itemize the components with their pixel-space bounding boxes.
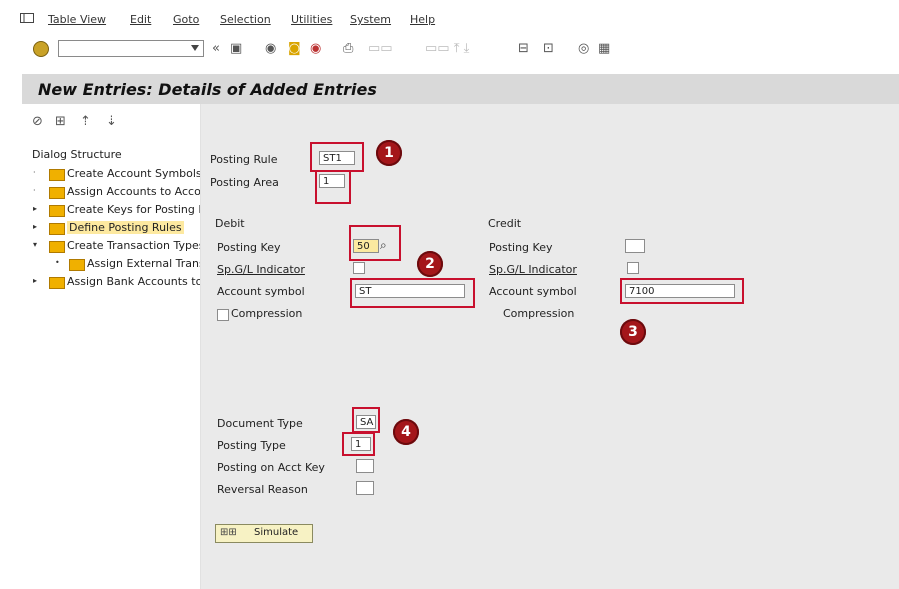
next-entry-icon[interactable]: ⇣	[106, 114, 117, 129]
debit-compression-checkbox[interactable]	[217, 309, 229, 321]
posting-type-label: Posting Type	[217, 439, 286, 452]
annotation-badge-2: 2	[417, 251, 443, 277]
simulate-icon: ⊞⊞	[220, 527, 237, 538]
credit-posting-key-label: Posting Key	[489, 241, 553, 254]
help-icon[interactable]: ◎	[578, 41, 589, 56]
posting-rule-label: Posting Rule	[210, 153, 278, 166]
folder-icon	[49, 277, 65, 289]
layout-icon[interactable]: ▦	[598, 41, 610, 56]
posting-on-acct-key-label: Posting on Acct Key	[217, 461, 325, 474]
table-icon[interactable]: ⊞	[55, 114, 66, 129]
debit-posting-key-label: Posting Key	[217, 241, 281, 254]
tree-bullet-icon: ·	[33, 168, 36, 177]
posting-area-label: Posting Area	[210, 176, 279, 189]
previous-entry-icon[interactable]: ⇡	[80, 114, 91, 129]
tree-item-assign-bank-accounts[interactable]: ▸ Assign Bank Accounts to Transaction Ty…	[22, 274, 200, 290]
standard-toolbar: « ▣ ◉ ◙ ◉ ⎙ ▭▭ ▭▭ ⤒ ⤓ ⊟ ⊡ ◎ ▦	[0, 36, 899, 66]
simulate-button[interactable]: ⊞⊞ Simulate	[215, 524, 313, 543]
document-type-label: Document Type	[217, 417, 303, 430]
folder-icon	[49, 169, 65, 181]
annotation-box-document-type	[352, 407, 380, 433]
chevron-down-icon[interactable]	[191, 45, 199, 51]
menu-selection[interactable]: Selection	[220, 13, 271, 26]
tree-item-external-transaction-types[interactable]: • Assign External Transaction Types	[22, 256, 200, 272]
menu-utilities[interactable]: Utilities	[291, 13, 332, 26]
credit-spgl-field[interactable]	[627, 262, 639, 274]
annotation-badge-3: 3	[620, 319, 646, 345]
title-bar: New Entries: Details of Added Entries	[22, 74, 899, 104]
debit-account-symbol-label: Account symbol	[217, 285, 305, 298]
tree-expand-icon[interactable]: ▸	[33, 276, 37, 285]
credit-spgl-label: Sp.G/L Indicator	[489, 263, 577, 276]
annotation-box-credit-symbol	[620, 278, 744, 304]
detail-panel: Posting Rule ST1 1 Posting Area 1 Debit …	[201, 104, 899, 589]
folder-icon	[69, 259, 85, 271]
menu-edit[interactable]: Edit	[130, 13, 151, 26]
folder-icon	[49, 205, 65, 217]
tree-item-assign-accounts[interactable]: · Assign Accounts to Account Symbols	[22, 184, 200, 200]
print-icon[interactable]: ⎙	[343, 41, 353, 56]
credit-posting-key-field[interactable]	[625, 239, 645, 253]
annotation-box-posting-area	[315, 170, 351, 204]
debit-group-title: Debit	[215, 217, 245, 230]
tree-item-create-keys[interactable]: ▸ Create Keys for Posting Rules	[22, 202, 200, 218]
shortcut-icon[interactable]: ⊡	[543, 41, 554, 56]
posting-on-acct-key-field[interactable]	[356, 459, 374, 473]
reversal-reason-field[interactable]	[356, 481, 374, 495]
enter-icon[interactable]	[33, 41, 49, 57]
new-session-icon[interactable]: ⊟	[518, 41, 529, 56]
find-icon: ▭▭	[368, 41, 393, 56]
exit-icon[interactable]: ◙	[288, 41, 301, 56]
dialog-structure-title: Dialog Structure	[32, 148, 122, 161]
folder-icon	[49, 223, 65, 235]
annotation-badge-1: 1	[376, 140, 402, 166]
menu-system[interactable]: System	[350, 13, 391, 26]
folder-icon	[49, 187, 65, 199]
page-title: New Entries: Details of Added Entries	[38, 80, 377, 99]
annotation-box-1	[310, 142, 364, 172]
tree-bullet-icon: ·	[33, 186, 36, 195]
tree-collapse-icon[interactable]: ▾	[33, 240, 37, 249]
tree-item-define-posting-rules[interactable]: ▸ Define Posting Rules	[22, 220, 200, 236]
tree-item-label: Assign Bank Accounts to Transaction Type…	[67, 275, 200, 288]
system-menu-icon[interactable]	[20, 13, 34, 23]
annotation-box-debit-symbol	[350, 278, 475, 308]
debit-compression-label: Compression	[231, 307, 303, 320]
simulate-button-label: Simulate	[254, 527, 299, 538]
tree-item-label: Define Posting Rules	[67, 221, 184, 234]
cancel-icon[interactable]: ◉	[310, 41, 321, 56]
menu-bar: Table View Edit Goto Selection Utilities…	[0, 8, 899, 30]
menu-goto[interactable]: Goto	[173, 13, 199, 26]
folder-icon	[49, 241, 65, 253]
tree-item-label: Create Account Symbols	[67, 167, 200, 180]
tree-item-label: Assign Accounts to Account Symbols	[67, 185, 200, 198]
page-nav-icons: ▭▭ ⤒ ⤓	[425, 41, 470, 56]
tree-item-label: Create Transaction Types	[67, 239, 200, 252]
reversal-reason-label: Reversal Reason	[217, 483, 308, 496]
annotation-badge-4: 4	[393, 419, 419, 445]
menu-help[interactable]: Help	[410, 13, 435, 26]
menu-table-view[interactable]: Table View	[48, 13, 106, 26]
credit-group-title: Credit	[488, 217, 522, 230]
tree-expand-icon[interactable]: ▸	[33, 204, 37, 213]
tree-item-label: Create Keys for Posting Rules	[67, 203, 200, 216]
tree-expand-icon[interactable]: ▸	[33, 222, 37, 231]
tree-bullet-icon: •	[55, 258, 60, 267]
collapse-icon[interactable]: «	[212, 41, 220, 56]
debit-spgl-field[interactable]	[353, 262, 365, 274]
back-icon[interactable]: ◉	[265, 41, 276, 56]
command-field[interactable]	[58, 40, 204, 57]
dialog-structure-panel: ⊘ ⊞ ⇡ ⇣ Dialog Structure · Create Accoun…	[22, 104, 201, 589]
credit-account-symbol-label: Account symbol	[489, 285, 577, 298]
annotation-box-2	[349, 225, 401, 261]
change-icon[interactable]: ⊘	[32, 114, 43, 129]
annotation-box-posting-type	[342, 432, 375, 456]
tree-item-account-symbols[interactable]: · Create Account Symbols	[22, 166, 200, 182]
save-icon[interactable]: ▣	[230, 41, 242, 56]
tree-item-label: Assign External Transaction Types	[87, 257, 200, 270]
tree-item-transaction-types[interactable]: ▾ Create Transaction Types	[22, 238, 200, 254]
credit-compression-label: Compression	[503, 307, 575, 320]
debit-spgl-label: Sp.G/L Indicator	[217, 263, 305, 276]
